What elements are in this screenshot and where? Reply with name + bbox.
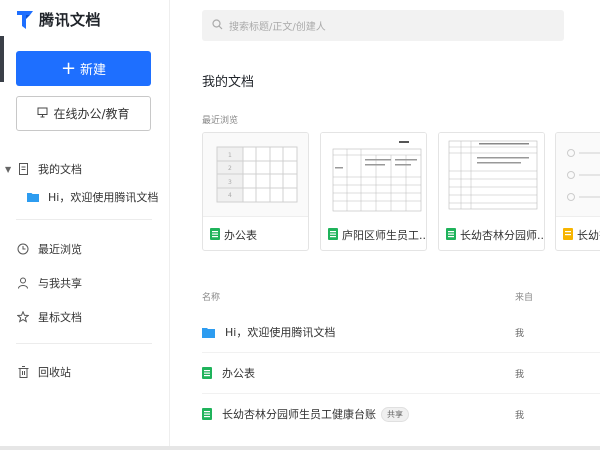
sidebar-item-label: 星标文档: [38, 311, 82, 324]
recent-section-label: 最近浏览: [202, 116, 239, 126]
column-header-from[interactable]: 来自: [515, 290, 533, 303]
sidebar-item-label: Hi，欢迎使用腾讯文档: [48, 191, 159, 204]
card-caption: 办公表: [210, 227, 257, 243]
file-owner: 我: [515, 328, 525, 339]
shared-badge: 共享: [381, 406, 409, 422]
sidebar-item-my-docs[interactable]: 我的文档: [0, 158, 170, 180]
monitor-icon: [37, 107, 48, 121]
file-row[interactable]: 长幼杏林分园师生员工健康台账 共享 我: [202, 398, 600, 430]
recent-card[interactable]: 长幼杏林分园师...: [438, 132, 545, 251]
sheet-icon: [202, 405, 212, 424]
card-title: 庐阳区师生员工...: [342, 229, 427, 242]
sheet-icon: [446, 227, 456, 243]
divider: [16, 219, 152, 220]
recent-card[interactable]: 庐阳区师生员工...: [320, 132, 427, 251]
file-owner: 我: [515, 410, 525, 421]
search-input[interactable]: 搜索标题/正文/创建人: [202, 10, 564, 41]
recent-card[interactable]: 1 2 3 4 办公表: [202, 132, 309, 251]
card-caption: 长幼杏: [563, 227, 600, 243]
sheet-icon: [202, 364, 212, 383]
user-icon: [16, 276, 30, 290]
card-caption: 庐阳区师生员工...: [328, 227, 427, 243]
online-office-label: 在线办公/教育: [53, 107, 130, 121]
divider: [16, 343, 152, 344]
card-title: 长幼杏: [577, 229, 600, 242]
card-title: 长幼杏林分园师...: [460, 229, 545, 242]
file-name: 长幼杏林分园师生员工健康台账: [222, 408, 376, 421]
column-header-name[interactable]: 名称: [202, 290, 220, 303]
folder-icon: [202, 323, 215, 342]
svg-text:2: 2: [228, 165, 232, 172]
row-divider: [202, 352, 600, 353]
svg-text:1: 1: [228, 152, 232, 159]
card-thumbnail: [556, 133, 600, 217]
sheet-icon: [328, 227, 338, 243]
form-icon: [563, 227, 573, 243]
star-icon: [16, 310, 30, 324]
sidebar-item-label: 我的文档: [38, 163, 82, 176]
file-row[interactable]: Hi，欢迎使用腾讯文档 我: [202, 316, 600, 348]
card-title: 办公表: [224, 229, 257, 242]
app-window: 腾讯文档 + 新建 在线办公/教育 ▼ 我的文档 Hi，欢迎使用腾讯文档 最近浏…: [0, 0, 600, 450]
new-button-label: 新建: [80, 63, 107, 78]
sidebar: 腾讯文档 + 新建 在线办公/教育 ▼ 我的文档 Hi，欢迎使用腾讯文档 最近浏…: [0, 0, 170, 450]
svg-text:4: 4: [228, 192, 232, 199]
sidebar-item-label: 最近浏览: [38, 243, 82, 256]
logo[interactable]: 腾讯文档: [16, 9, 101, 30]
trash-icon: [16, 365, 30, 379]
file-owner: 我: [515, 369, 525, 380]
logo-icon: [16, 10, 34, 30]
recent-card[interactable]: 长幼杏: [555, 132, 600, 251]
plus-icon: +: [60, 57, 77, 79]
card-thumbnail: [439, 133, 544, 217]
sidebar-item-label: 回收站: [38, 366, 71, 379]
sheet-icon: [210, 227, 220, 243]
folder-icon: [26, 190, 40, 204]
sidebar-item-trash[interactable]: 回收站: [0, 361, 170, 383]
bottom-border: [0, 446, 600, 450]
search-icon: [212, 18, 223, 33]
file-row[interactable]: 办公表 我: [202, 357, 600, 389]
new-button[interactable]: + 新建: [16, 51, 151, 86]
sidebar-item-shared[interactable]: 与我共享: [0, 272, 170, 294]
svg-text:3: 3: [228, 179, 232, 186]
file-name: 办公表: [222, 367, 255, 380]
card-thumbnail: 1 2 3 4: [203, 133, 308, 217]
document-icon: [16, 162, 30, 176]
page-title: 我的文档: [202, 75, 255, 90]
search-placeholder: 搜索标题/正文/创建人: [229, 22, 326, 33]
card-thumbnail: [321, 133, 426, 217]
logo-text: 腾讯文档: [39, 11, 102, 29]
sidebar-item-welcome-doc[interactable]: Hi，欢迎使用腾讯文档: [0, 186, 170, 208]
online-office-button[interactable]: 在线办公/教育: [16, 96, 151, 131]
main-content: 搜索标题/正文/创建人 我的文档 最近浏览 1 2 3 4 办公表 庐阳区师生员…: [171, 0, 600, 450]
sidebar-item-label: 与我共享: [38, 277, 82, 290]
sidebar-item-starred[interactable]: 星标文档: [0, 306, 170, 328]
left-edge-handle[interactable]: [0, 36, 4, 82]
card-caption: 长幼杏林分园师...: [446, 227, 545, 243]
row-divider: [202, 393, 600, 394]
file-name: Hi，欢迎使用腾讯文档: [225, 326, 336, 339]
clock-icon: [16, 242, 30, 256]
sidebar-item-recent[interactable]: 最近浏览: [0, 238, 170, 260]
